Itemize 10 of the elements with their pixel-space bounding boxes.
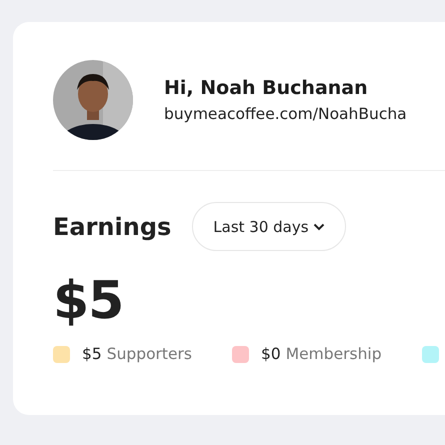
greeting-text: Hi, Noah Buchanan: [164, 77, 369, 99]
earnings-total: $5: [53, 271, 124, 331]
legend-label: Supporters: [106, 345, 192, 363]
legend-label: Membership: [286, 345, 382, 363]
legend-amount: $0: [261, 345, 281, 363]
page-link[interactable]: buymeacoffee.com/NoahBucha: [164, 105, 407, 123]
period-dropdown[interactable]: Last 30 days: [192, 202, 346, 251]
chevron-down-icon: [312, 222, 325, 230]
legend-amount: $5: [82, 345, 102, 363]
earnings-title: Earnings: [53, 212, 172, 240]
